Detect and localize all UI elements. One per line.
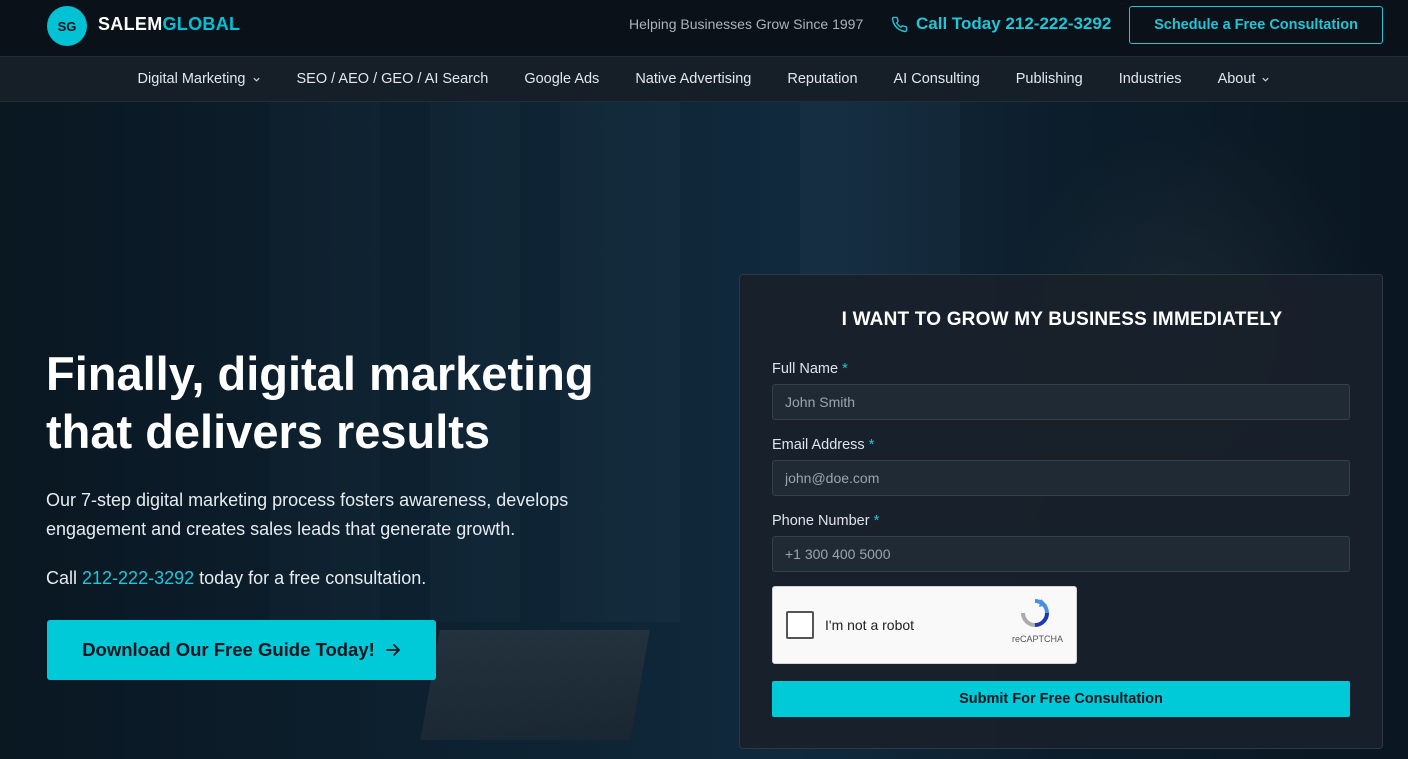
field-label-text: Full Name <box>772 361 839 377</box>
nav-item-label: AI Consulting <box>893 71 980 87</box>
hero-call-line: Call 212-222-3292 today for a free consu… <box>46 568 426 589</box>
field-label-text: Email Address <box>772 437 865 453</box>
tagline: Helping Businesses Grow Since 1997 <box>629 16 864 32</box>
recaptcha-label: I'm not a robot <box>825 617 915 633</box>
chevron-down-icon <box>252 77 260 82</box>
field-label-text: Phone Number <box>772 513 870 529</box>
logo-word-salem: SALEM <box>98 14 163 34</box>
required-marker: * <box>873 513 880 529</box>
nav-item-google-ads[interactable]: Google Ads <box>506 71 617 87</box>
submit-consultation-button[interactable]: Submit For Free Consultation <box>772 681 1350 717</box>
chevron-down-icon <box>1262 77 1270 82</box>
email-input[interactable] <box>772 460 1350 496</box>
nav-item-digital-marketing[interactable]: Digital Marketing <box>120 71 279 87</box>
nav-item-label: Native Advertising <box>635 71 752 87</box>
nav-item-label: Reputation <box>787 71 858 87</box>
main-nav: Digital Marketing SEO / AEO / GEO / AI S… <box>0 57 1408 102</box>
hero-phone-link[interactable]: 212-222-3292 <box>82 568 194 588</box>
schedule-consultation-button[interactable]: Schedule a Free Consultation <box>1129 6 1383 44</box>
download-guide-button[interactable]: Download Our Free Guide Today! <box>47 620 436 680</box>
hero-headline-line: that delivers results <box>46 405 491 458</box>
recaptcha-widget: I'm not a robot reCAPTCHA <box>772 586 1077 664</box>
nav-item-about[interactable]: About <box>1200 71 1289 87</box>
top-bar: SG SALEMGLOBAL Helping Businesses Grow S… <box>0 0 1408 57</box>
nav-item-label: About <box>1217 71 1256 87</box>
logo-badge[interactable]: SG <box>47 6 87 46</box>
hero-headline: Finally, digital marketing that delivers… <box>46 345 706 461</box>
consultation-form: I WANT TO GROW MY BUSINESS IMMEDIATELY F… <box>739 274 1383 749</box>
nav-item-publishing[interactable]: Publishing <box>998 71 1101 87</box>
phone-icon <box>891 16 908 32</box>
nav-item-ai-consulting[interactable]: AI Consulting <box>876 71 998 87</box>
download-guide-label: Download Our Free Guide Today! <box>82 639 375 660</box>
recaptcha-brand: reCAPTCHA <box>1011 634 1063 644</box>
full-name-input[interactable] <box>772 384 1350 420</box>
required-marker: * <box>842 361 848 377</box>
call-prefix: Call <box>46 568 83 588</box>
nav-item-industries[interactable]: Industries <box>1101 71 1200 87</box>
nav-item-label: Google Ads <box>524 71 600 87</box>
email-label: Email Address * <box>772 437 874 453</box>
call-suffix: today for a free consultation. <box>194 568 427 588</box>
logo-wordmark[interactable]: SALEMGLOBAL <box>98 14 240 35</box>
nav-item-reputation[interactable]: Reputation <box>769 71 875 87</box>
hero-headline-line: Finally, digital marketing <box>46 347 594 400</box>
call-today-link[interactable]: Call Today 212-222-3292 <box>891 14 1111 34</box>
phone-label: Phone Number * <box>772 513 879 529</box>
full-name-label: Full Name * <box>772 361 848 377</box>
logo-word-global: GLOBAL <box>162 14 241 34</box>
nav-item-label: Publishing <box>1015 71 1083 87</box>
call-today-label: Call Today 212-222-3292 <box>916 14 1112 33</box>
nav-item-label: Industries <box>1118 71 1182 87</box>
nav-item-label: Digital Marketing <box>137 71 246 87</box>
nav-item-native-advertising[interactable]: Native Advertising <box>617 71 769 87</box>
form-title: I WANT TO GROW MY BUSINESS IMMEDIATELY <box>841 309 1283 330</box>
hero-section: Finally, digital marketing that delivers… <box>0 102 1408 759</box>
required-marker: * <box>868 437 875 453</box>
recaptcha-logo-icon <box>1021 599 1049 627</box>
nav-item-label: SEO / AEO / GEO / AI Search <box>296 71 489 87</box>
hero-subcopy: Our 7-step digital marketing process fos… <box>46 490 569 539</box>
recaptcha-checkbox[interactable] <box>786 611 814 639</box>
arrow-right-icon <box>385 644 400 656</box>
phone-input[interactable] <box>772 536 1350 572</box>
nav-item-seo[interactable]: SEO / AEO / GEO / AI Search <box>279 71 507 87</box>
